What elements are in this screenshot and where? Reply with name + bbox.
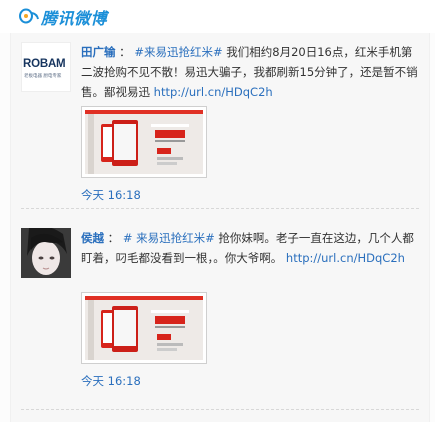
topic-tag[interactable]: #来易迅抢红米# [134, 45, 222, 59]
short-link[interactable]: http://url.cn/HDqC2h [286, 251, 405, 265]
post-timestamp[interactable]: 今天 16:18 [81, 373, 141, 389]
post-image-thumbnail[interactable] [81, 292, 207, 364]
avatar-logo-subtext: 老板电器 厨电专家 [24, 74, 62, 79]
author-name[interactable]: 侯越 [81, 231, 104, 245]
weibo-feed-page: 腾讯微博 ROBAM 老板电器 厨电专家 田广输 ： #来易迅抢红米# 我们相约… [0, 0, 435, 422]
author-name[interactable]: 田广输 [81, 45, 116, 59]
avatar[interactable]: ROBAM 老板电器 厨电专家 [21, 42, 71, 92]
redmi-promo-image [85, 296, 203, 360]
promo-image [85, 296, 203, 360]
post-text: 田广输 ： #来易迅抢红米# 我们相约8月20日16点，红米手机第二波抢购不见不… [81, 42, 423, 102]
post-text: 侯越 ： # 来易迅抢红米# 抢你妹啊。老子一直在这边，几个人都盯着，叼毛都没看… [81, 228, 423, 268]
redmi-promo-image [85, 110, 203, 174]
qq-penguin-icon [19, 8, 39, 24]
feed-item: 侯越 ： # 来易迅抢红米# 抢你妹啊。老子一直在这边，几个人都盯着，叼毛都没看… [11, 219, 431, 419]
post-divider [21, 208, 419, 209]
header: 腾讯微博 [0, 0, 435, 33]
post-divider [21, 409, 419, 410]
author-colon: ： [107, 231, 120, 245]
post-timestamp[interactable]: 今天 16:18 [81, 187, 141, 203]
topic-tag[interactable]: # 来易迅抢红米# [123, 231, 215, 245]
feed-item: ROBAM 老板电器 厨电专家 田广输 ： #来易迅抢红米# 我们相约8月20日… [11, 33, 431, 219]
user-photo [21, 228, 71, 278]
promo-image [85, 110, 203, 174]
avatar[interactable] [21, 228, 71, 278]
tencent-weibo-logo[interactable]: 腾讯微博 [19, 6, 107, 28]
post-image-thumbnail[interactable] [81, 106, 207, 178]
avatar-logo-text: ROBAM [23, 58, 66, 70]
feed-list: ROBAM 老板电器 厨电专家 田广输 ： #来易迅抢红米# 我们相约8月20日… [10, 33, 430, 422]
author-colon: ： [119, 45, 131, 59]
logo-text: 腾讯微博 [41, 9, 108, 28]
short-link[interactable]: http://url.cn/HDqC2h [154, 85, 273, 99]
